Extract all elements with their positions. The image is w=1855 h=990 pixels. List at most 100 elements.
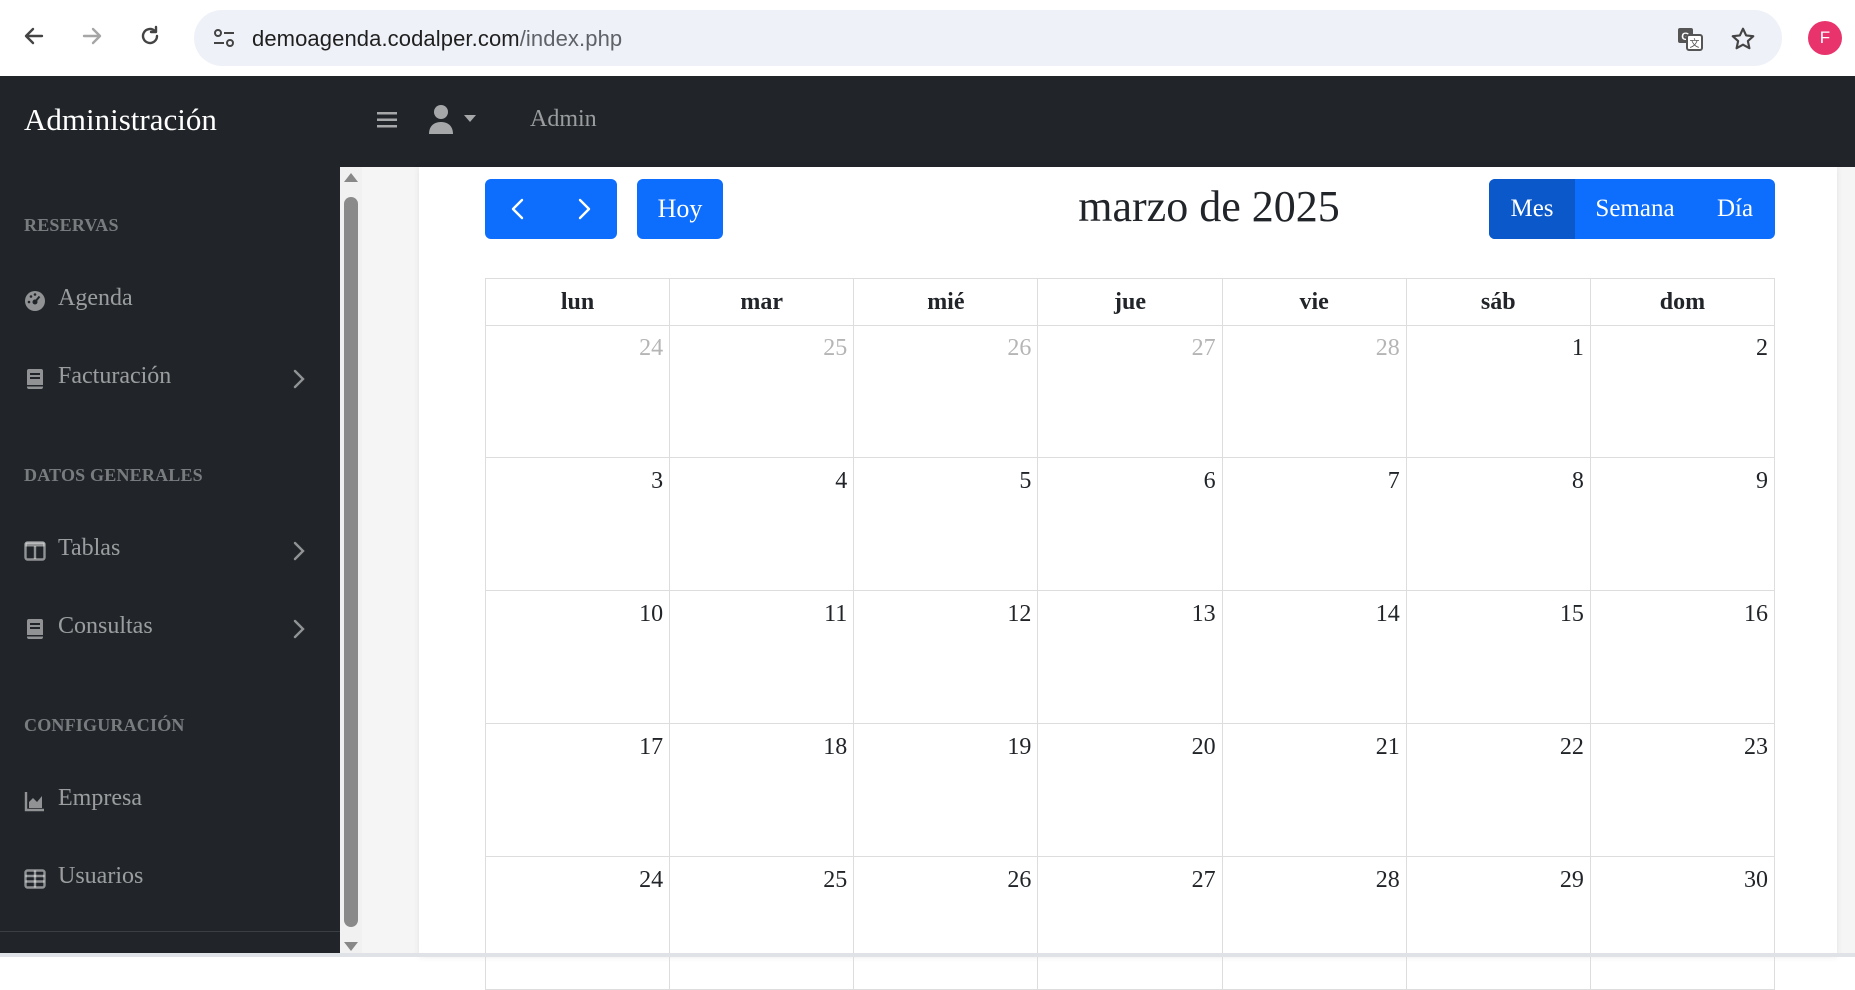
day-cell[interactable]: 5 — [854, 458, 1039, 591]
day-cell[interactable]: 22 — [1406, 724, 1591, 857]
day-cell[interactable]: 19 — [854, 724, 1039, 857]
day-number[interactable]: 3 — [651, 468, 663, 495]
day-number[interactable]: 2 — [1756, 335, 1768, 362]
sidebar-item-tablas[interactable]: Tablas — [0, 525, 340, 575]
day-number[interactable]: 24 — [639, 335, 663, 362]
day-number[interactable]: 21 — [1376, 734, 1400, 761]
day-cell[interactable]: 21 — [1222, 724, 1407, 857]
brand-title[interactable]: Administración — [24, 102, 217, 138]
day-number[interactable]: 29 — [1560, 867, 1584, 894]
day-number[interactable]: 23 — [1744, 734, 1768, 761]
day-number[interactable]: 27 — [1192, 867, 1216, 894]
week-row: 24 25 26 27 28 29 30 — [485, 857, 1775, 990]
day-cell[interactable]: 25 — [670, 857, 855, 990]
profile-avatar[interactable]: F — [1808, 21, 1842, 55]
sidebar-item-usuarios[interactable]: Usuarios — [0, 853, 340, 903]
day-number[interactable]: 16 — [1744, 601, 1768, 628]
sidebar-item-consultas[interactable]: Consultas — [0, 603, 340, 653]
day-number[interactable]: 15 — [1560, 601, 1584, 628]
day-number[interactable]: 26 — [1007, 335, 1031, 362]
forward-button[interactable] — [74, 18, 110, 54]
day-cell[interactable]: 27 — [1038, 857, 1223, 990]
sidebar-item-agenda[interactable]: Agenda — [0, 275, 340, 325]
sidebar-item-facturacion[interactable]: Facturación — [0, 353, 340, 403]
day-cell[interactable]: 11 — [670, 591, 855, 724]
reload-button[interactable] — [132, 18, 168, 54]
day-cell[interactable]: 17 — [486, 724, 671, 857]
day-number[interactable]: 20 — [1192, 734, 1216, 761]
scroll-down-arrow-icon[interactable] — [344, 942, 358, 951]
back-button[interactable] — [16, 18, 52, 54]
day-number[interactable]: 14 — [1376, 601, 1400, 628]
day-number[interactable]: 1 — [1572, 335, 1584, 362]
day-number[interactable]: 8 — [1572, 468, 1584, 495]
day-number[interactable]: 25 — [823, 335, 847, 362]
day-cell[interactable]: 13 — [1038, 591, 1223, 724]
day-cell-other-month[interactable]: 28 — [1222, 325, 1407, 458]
hamburger-menu-icon[interactable] — [375, 106, 399, 134]
day-number[interactable]: 24 — [639, 867, 663, 894]
day-number[interactable]: 4 — [835, 468, 847, 495]
day-cell-other-month[interactable]: 24 — [486, 325, 671, 458]
day-number[interactable]: 5 — [1019, 468, 1031, 495]
day-number[interactable]: 12 — [1007, 601, 1031, 628]
translate-button[interactable]: G文 — [1676, 25, 1704, 53]
day-cell[interactable]: 9 — [1590, 458, 1775, 591]
day-cell[interactable]: 12 — [854, 591, 1039, 724]
day-number[interactable]: 13 — [1192, 601, 1216, 628]
page-scrollbar[interactable] — [340, 167, 362, 957]
day-cell[interactable]: 1 — [1406, 325, 1591, 458]
day-cell[interactable]: 20 — [1038, 724, 1223, 857]
day-cell[interactable]: 6 — [1038, 458, 1223, 591]
url-text[interactable]: demoagenda.codalper.com/index.php — [252, 26, 622, 52]
scroll-thumb[interactable] — [344, 197, 358, 927]
day-number[interactable]: 7 — [1388, 468, 1400, 495]
day-cell[interactable]: 14 — [1222, 591, 1407, 724]
day-number[interactable]: 27 — [1192, 335, 1216, 362]
day-cell-other-month[interactable]: 26 — [854, 325, 1039, 458]
day-cell[interactable]: 30 — [1590, 857, 1775, 990]
bookmark-button[interactable] — [1729, 25, 1757, 53]
day-cell[interactable]: 10 — [486, 591, 671, 724]
day-cell-other-month[interactable]: 25 — [670, 325, 855, 458]
day-cell[interactable]: 29 — [1406, 857, 1591, 990]
day-number[interactable]: 11 — [824, 601, 847, 628]
day-cell[interactable]: 4 — [670, 458, 855, 591]
day-number[interactable]: 28 — [1376, 335, 1400, 362]
day-cell[interactable]: 26 — [854, 857, 1039, 990]
day-number[interactable]: 6 — [1204, 468, 1216, 495]
day-cell[interactable]: 15 — [1406, 591, 1591, 724]
view-month-button[interactable]: Mes — [1489, 179, 1575, 239]
day-number[interactable]: 17 — [639, 734, 663, 761]
today-button[interactable]: Hoy — [637, 179, 723, 239]
day-number[interactable]: 19 — [1007, 734, 1031, 761]
day-cell-other-month[interactable]: 27 — [1038, 325, 1223, 458]
day-cell[interactable]: 16 — [1590, 591, 1775, 724]
day-number[interactable]: 30 — [1744, 867, 1768, 894]
view-day-button[interactable]: Día — [1695, 179, 1775, 239]
day-cell[interactable]: 28 — [1222, 857, 1407, 990]
day-number[interactable]: 22 — [1560, 734, 1584, 761]
day-number[interactable]: 28 — [1376, 867, 1400, 894]
day-cell[interactable]: 3 — [486, 458, 671, 591]
day-cell[interactable]: 7 — [1222, 458, 1407, 591]
view-week-button[interactable]: Semana — [1575, 179, 1695, 239]
day-number[interactable]: 9 — [1756, 468, 1768, 495]
day-cell[interactable]: 2 — [1590, 325, 1775, 458]
day-number[interactable]: 26 — [1007, 867, 1031, 894]
day-cell[interactable]: 8 — [1406, 458, 1591, 591]
day-cell[interactable]: 18 — [670, 724, 855, 857]
prev-month-button[interactable] — [485, 179, 551, 239]
address-bar[interactable]: demoagenda.codalper.com/index.php G文 — [194, 10, 1782, 66]
day-number[interactable]: 18 — [823, 734, 847, 761]
admin-label[interactable]: Admin — [530, 106, 597, 133]
day-number[interactable]: 25 — [823, 867, 847, 894]
day-cell[interactable]: 24 — [486, 857, 671, 990]
scroll-up-arrow-icon[interactable] — [344, 173, 358, 182]
site-settings-icon[interactable] — [212, 26, 236, 50]
day-number[interactable]: 10 — [639, 601, 663, 628]
user-dropdown-toggle[interactable] — [428, 102, 480, 138]
sidebar-item-empresa[interactable]: Empresa — [0, 775, 340, 825]
next-month-button[interactable] — [551, 179, 617, 239]
day-cell[interactable]: 23 — [1590, 724, 1775, 857]
